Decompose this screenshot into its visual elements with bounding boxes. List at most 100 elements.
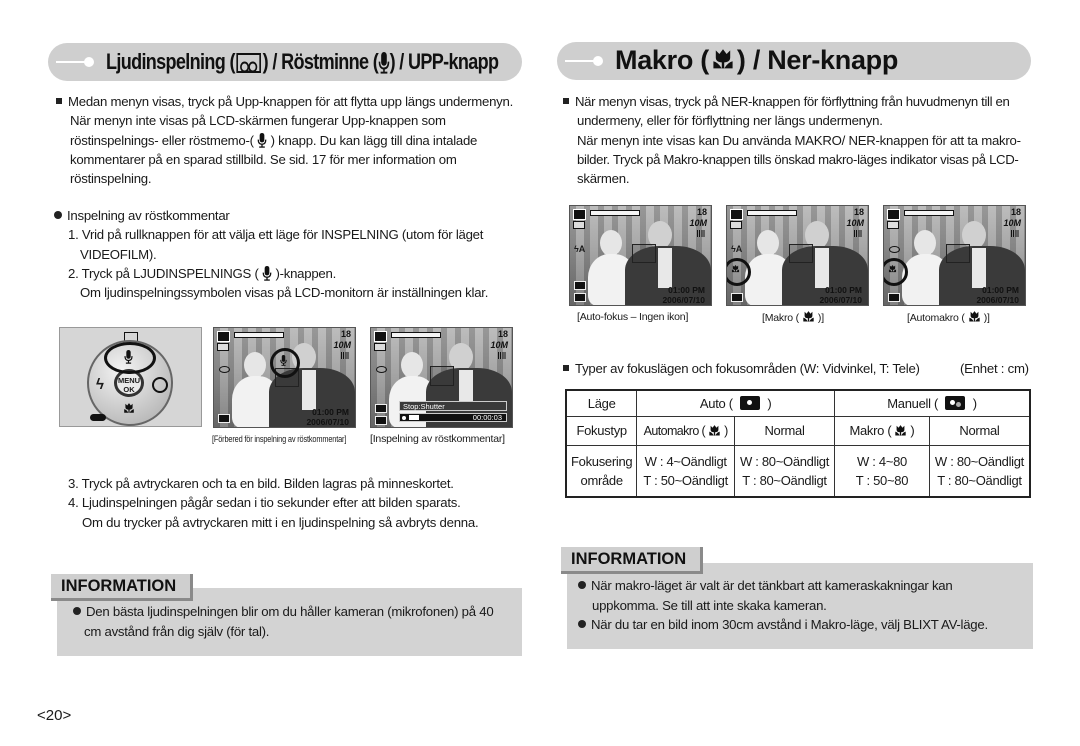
- microphone-icon: [257, 133, 267, 148]
- table-cell: W : 80~Oändligt T : 80~Oändligt: [733, 444, 836, 498]
- microphone-icon: [280, 355, 287, 366]
- play-pause-icon: [90, 414, 106, 421]
- flash-auto-icon: ϟA: [574, 244, 586, 254]
- stop-shutter-bar: Stop:Shutter: [399, 401, 507, 411]
- header-decor-dot: [593, 56, 603, 66]
- table-row: Fokusering område W : 4~Oändligt T : 50~Oä…: [565, 444, 1031, 498]
- header-decor-dot: [84, 57, 94, 67]
- image-size: 10M: [846, 218, 864, 228]
- shots-remaining: 18: [497, 329, 508, 339]
- page-number: <20>: [37, 707, 72, 724]
- screen-caption: [Inspelning av röstkommentar]: [370, 433, 505, 445]
- table-header-cell: Auto ( ): [636, 389, 835, 417]
- section-title: Ljudinspelning ( ) / Röstminne () / UPP-…: [106, 49, 499, 74]
- camera-dial-illustration: MENU OK ϟ: [59, 327, 202, 427]
- macro-tulip-icon: [123, 403, 135, 414]
- shots-remaining: 18: [1010, 207, 1021, 217]
- recording-progress: 00:00:03: [399, 413, 507, 422]
- auto-macro-icon: [888, 265, 897, 273]
- battery-icon: [887, 221, 899, 229]
- screen-caption: [Auto-fokus – Ingen ikon]: [577, 311, 689, 323]
- microphone-icon: [262, 266, 272, 281]
- lcd-screen-prepare-voice: 18 10M 01:00 PM 2006/07/10: [213, 327, 356, 428]
- quality-icon: [498, 352, 507, 359]
- unit-label: (Enhet : cm): [960, 361, 1029, 376]
- card-icon: [888, 293, 900, 302]
- card-icon: [375, 416, 387, 425]
- af-frame: [946, 244, 970, 263]
- shots-remaining: 18: [696, 207, 707, 217]
- battery-icon: [217, 343, 229, 351]
- information-box-voice: Den bästa ljudinspelningen blir om du hå…: [51, 574, 522, 658]
- metering-icon: [574, 281, 586, 290]
- voice-steps-continued: 3. Tryck på avtryckaren och ta en bild. …: [68, 476, 479, 530]
- macro-intro-paragraph: När menyn visas, tryck på NER-knappen fö…: [563, 92, 1038, 188]
- red-eye-icon: [889, 246, 900, 253]
- zoom-bar: [391, 332, 441, 338]
- table-row-label: Fokusering område: [565, 444, 638, 498]
- zoom-bar: [904, 210, 954, 216]
- image-size: 10M: [689, 218, 707, 228]
- quality-icon: [697, 230, 706, 237]
- camera-mode-icon: [217, 331, 230, 342]
- flash-icon: ϟ: [96, 376, 104, 393]
- voice-memo-tape-icon: [236, 53, 262, 74]
- zoom-bar: [590, 210, 640, 216]
- table-cell: Automakro (): [636, 415, 735, 446]
- camera-mode-icon: [730, 209, 743, 220]
- red-eye-icon: [376, 366, 387, 373]
- voice-intro-paragraph: Medan menyn visas, tryck på Upp-knappen …: [56, 92, 526, 188]
- battery-icon: [374, 343, 386, 351]
- shots-remaining: 18: [853, 207, 864, 217]
- table-cell: W : 4~Oändligt T : 50~Oändligt: [636, 444, 735, 498]
- manual-camera-icon: [945, 395, 966, 410]
- table-cell: W : 4~80 T : 50~80: [834, 444, 930, 498]
- highlight-circle: [104, 342, 156, 374]
- camera-mode-icon: [887, 209, 900, 220]
- shots-remaining: 18: [340, 329, 351, 339]
- zoom-bar: [747, 210, 797, 216]
- lcd-timestamp: 01:00 PM 2006/07/10: [819, 285, 862, 305]
- quality-icon: [854, 230, 863, 237]
- auto-macro-icon: [708, 425, 721, 437]
- table-row-label: Fokustyp: [565, 415, 638, 446]
- card-icon: [731, 293, 743, 302]
- lcd-screen-macro: 18 10M ϟA 01:00 PM 2006/07/10: [726, 205, 869, 306]
- zoom-bar: [234, 332, 284, 338]
- macro-tulip-icon: [711, 49, 735, 71]
- table-cell: W : 80~Oändligt T : 80~Oändligt: [928, 444, 1031, 498]
- image-size: 10M: [490, 340, 508, 350]
- auto-macro-icon: [968, 311, 981, 323]
- af-frame: [430, 366, 454, 386]
- lcd-screen-autofocus: 18 10M ϟA 01:00 PM 2006/07/10: [569, 205, 712, 306]
- section-header-voice-recording: Ljudinspelning ( ) / Röstminne () / UPP-…: [48, 43, 522, 81]
- self-timer-icon: [152, 377, 168, 393]
- lcd-timestamp: 01:00 PM 2006/07/10: [662, 285, 705, 305]
- section-header-macro: Makro () / Ner-knapp: [557, 42, 1031, 80]
- information-title: INFORMATION: [561, 547, 704, 574]
- table-row: Fokustyp Automakro () Normal Makro () No…: [565, 415, 1031, 446]
- macro-tulip-icon: [802, 311, 815, 323]
- focus-range-table: Läge Auto ( ) Manuell ( ) Fokustyp Autom…: [565, 389, 1031, 498]
- auto-camera-icon: [740, 395, 761, 410]
- header-decor-line: [565, 60, 595, 62]
- information-box-macro: När makro-läget är valt är det tänkbart …: [561, 547, 1033, 651]
- lcd-timestamp: 01:00 PM 2006/07/10: [306, 407, 349, 427]
- camera-mode-icon: [374, 331, 387, 342]
- screen-caption: [Förbered för inspelning av röstkommenta…: [212, 434, 347, 444]
- information-title: INFORMATION: [51, 574, 194, 601]
- screen-caption: [Automakro ()]: [907, 311, 990, 324]
- microphone-icon: [378, 52, 389, 74]
- flash-auto-icon: ϟA: [731, 244, 743, 254]
- recording-progress-fill: [409, 415, 419, 420]
- image-size: 10M: [333, 340, 351, 350]
- table-cell: Normal: [928, 415, 1031, 446]
- section-title: Makro () / Ner-knapp: [615, 45, 899, 75]
- lcd-screen-recording-voice: 18 10M Stop:Shutter 00:00:03: [370, 327, 513, 428]
- table-header-cell: Manuell ( ): [834, 389, 1031, 417]
- recording-timer: 00:00:03: [472, 413, 502, 422]
- table-header-cell: Läge: [565, 389, 638, 417]
- header-decor-line: [56, 61, 86, 63]
- macro-tulip-icon: [894, 425, 907, 437]
- quality-icon: [1011, 230, 1020, 237]
